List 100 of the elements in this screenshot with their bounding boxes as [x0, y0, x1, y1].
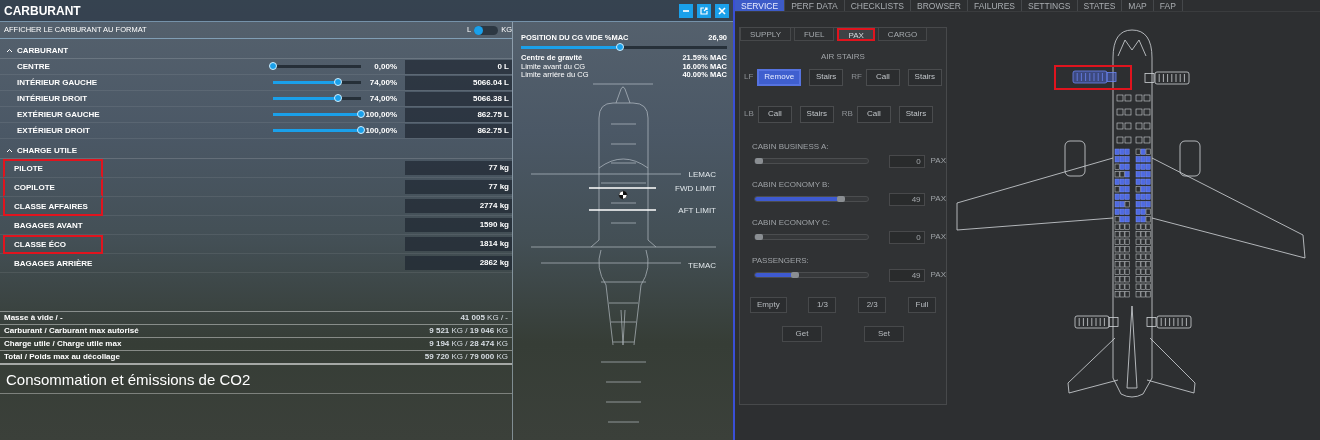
station-label: BAGAGES AVANT	[13, 219, 84, 232]
slider-track[interactable]	[754, 196, 870, 202]
nav-tab[interactable]: FAP	[1153, 0, 1183, 11]
cabin-label: CABIN ECONOMY C:	[751, 217, 832, 229]
quantity-field[interactable]: 862.75 L	[405, 123, 512, 138]
percent-text: 100,00%	[364, 124, 397, 137]
slider-handle[interactable]	[357, 126, 365, 134]
stairs-button[interactable]: Call	[757, 105, 792, 123]
slider-track[interactable]	[521, 46, 727, 50]
slider-handle[interactable]	[754, 158, 763, 164]
quantity-field[interactable]: 862.75 L	[405, 107, 512, 122]
weight-field[interactable]: 1814 kg	[405, 237, 512, 251]
weight-field[interactable]: 77 kg	[405, 161, 512, 175]
stairs-button[interactable]: Stairs	[809, 68, 844, 86]
close-icon	[717, 5, 727, 16]
count-field[interactable]: 49	[889, 268, 925, 282]
summary-label: Masse à vide / -	[4, 311, 64, 324]
nav-tab[interactable]: FAILURES	[967, 0, 1023, 11]
stairs-button[interactable]: Stairs	[907, 68, 942, 86]
slider-handle[interactable]	[615, 43, 624, 52]
percent-text: 74,00%	[368, 92, 397, 105]
door-label: RB	[841, 108, 853, 120]
sub-tab[interactable]: SUPPLY	[740, 28, 791, 41]
quantity-field[interactable]: 5066.38 L	[405, 91, 512, 106]
station-label: BAGAGES ARRIÈRE	[13, 257, 94, 270]
stairs-button[interactable]: Stairs	[799, 105, 834, 123]
preset-button[interactable]: 2/3	[858, 297, 887, 313]
cabin-label: CABIN ECONOMY B:	[751, 179, 831, 191]
minimize-button[interactable]	[679, 3, 693, 18]
count-field[interactable]: 0	[889, 154, 925, 168]
quantity-field[interactable]: 5066.04 L	[405, 75, 512, 90]
slider-handle[interactable]	[790, 272, 799, 278]
nav-tab[interactable]: BROWSER	[911, 0, 968, 11]
cg-limit-lines	[588, 187, 657, 211]
nav-tab[interactable]: CHECKLISTS	[844, 0, 911, 11]
weight-field[interactable]: 77 kg	[405, 180, 512, 194]
diagram-label: LEMAC	[688, 170, 716, 179]
door-label: LF	[744, 71, 754, 83]
diagram-label: FWD LIMIT	[675, 184, 716, 193]
slider-handle[interactable]	[334, 94, 343, 102]
tank-label: INTÉRIEUR DROIT	[16, 92, 89, 105]
preset-button[interactable]: Empty	[750, 297, 787, 313]
stairs-button[interactable]: Call	[856, 105, 891, 123]
summary-label: Carburant / Carburant max autorisé	[4, 324, 140, 337]
nav-tab[interactable]: MAP	[1122, 0, 1154, 11]
slider-handle[interactable]	[334, 78, 343, 86]
stairs-button[interactable]: Stairs	[898, 105, 933, 123]
percent-text: 74,00%	[368, 76, 397, 89]
sub-tab[interactable]: PAX	[837, 28, 875, 41]
preset-button[interactable]: Full	[907, 297, 936, 313]
sub-tab[interactable]: FUEL	[794, 28, 835, 41]
nav-tab[interactable]: STATES	[1077, 0, 1123, 11]
window-title: CARBURANT	[4, 2, 81, 20]
cabin-label: CABIN BUSINESS A:	[751, 141, 830, 153]
weight-field[interactable]: 2862 kg	[405, 256, 512, 270]
nav-tab[interactable]: PERF DATA	[785, 0, 845, 11]
summary-value: 9 194 KG / 28 474 KG	[429, 337, 508, 350]
slider-handle[interactable]	[837, 196, 846, 202]
unit-label: PAX	[930, 155, 946, 167]
action-button[interactable]: Set	[864, 326, 904, 342]
door-label: RF	[851, 71, 862, 83]
action-button[interactable]: Get	[782, 326, 822, 342]
close-button[interactable]	[715, 3, 729, 18]
cg-marker-icon	[618, 190, 628, 200]
weight-field[interactable]: 1590 kg	[405, 218, 512, 232]
slider-track[interactable]	[273, 81, 361, 84]
percent-text: 100,00%	[364, 108, 397, 121]
slider-handle[interactable]	[357, 110, 365, 118]
slider-track[interactable]	[754, 234, 870, 240]
quantity-field[interactable]: 0 L	[405, 59, 512, 74]
nav-tab[interactable]: SETTINGS	[1022, 0, 1078, 11]
weight-field[interactable]: 2774 kg	[405, 199, 512, 213]
summary-value: 9 521 KG / 19 046 KG	[429, 324, 508, 337]
unit-toggle[interactable]	[474, 25, 499, 35]
percent-text: 0,00%	[373, 60, 397, 73]
count-field[interactable]: 0	[889, 230, 925, 244]
group-title: AIR STAIRS	[820, 51, 866, 63]
nav-tab[interactable]: SERVICE	[735, 0, 786, 11]
collapse-chevron-icon[interactable]	[6, 48, 13, 53]
sub-tab[interactable]: CARGO	[877, 28, 928, 41]
slider-track[interactable]	[754, 272, 870, 278]
station-label: COPILOTE	[3, 177, 103, 197]
tank-label: INTÉRIEUR GAUCHE	[16, 76, 98, 89]
summary-label: Charge utile / Charge utile max	[4, 337, 123, 350]
preset-button[interactable]: 1/3	[808, 297, 837, 313]
station-label: CLASSE ÉCO	[3, 234, 103, 254]
collapse-chevron-icon[interactable]	[6, 148, 13, 153]
section-title: CARBURANT	[17, 44, 69, 57]
count-field[interactable]: 49	[889, 192, 925, 206]
tank-label: EXTÉRIEUR GAUCHE	[16, 108, 101, 121]
slider-track[interactable]	[273, 97, 361, 100]
slider-handle[interactable]	[754, 234, 763, 240]
cabin-label: PASSENGERS:	[751, 255, 810, 267]
stairs-button[interactable]: Call	[865, 68, 900, 86]
summary-value: 41 005 KG / -	[460, 311, 508, 324]
stairs-button[interactable]: Remove	[757, 68, 802, 86]
slider-track[interactable]	[754, 158, 870, 164]
popout-button[interactable]	[697, 3, 711, 18]
unit-label: PAX	[930, 193, 946, 205]
slider-handle[interactable]	[269, 62, 277, 70]
